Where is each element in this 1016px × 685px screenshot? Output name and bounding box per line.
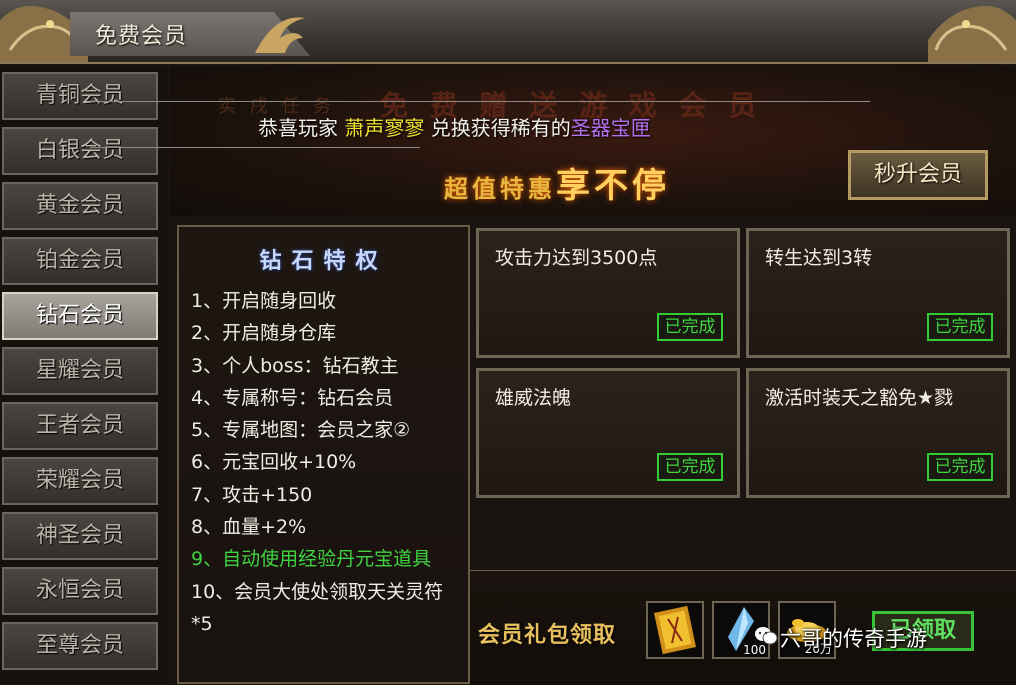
slogan-big: 享不停 (556, 166, 670, 206)
sidebar-item-gold[interactable]: 黄金会员 (2, 182, 158, 230)
privilege-item: 1、开启随身回收 (191, 290, 337, 312)
membership-sidebar: 青铜会员 白银会员 黄金会员 铂金会员 钻石会员 星耀会员 王者会员 荣耀会员 … (0, 66, 168, 684)
announce-prefix: 恭喜玩家 (258, 116, 338, 140)
sidebar-item-eternal[interactable]: 永恒会员 (2, 567, 158, 615)
page-title: 免费会员 (95, 24, 188, 49)
item-name: 圣器宝匣 (570, 116, 651, 140)
privileges-panel: 钻石特权 1、开启随身回收 2、开启随身仓库 3、个人boss：钻石教主 4、专… (177, 225, 470, 684)
privilege-item: 2、开启随身仓库 (191, 322, 337, 345)
promo-banner: 实 戌 任 务 免 费 赠 送 游 戏 会 员 恭喜玩家 萧声寥寥 兑换获得稀有… (170, 66, 1016, 216)
sidebar-item-star[interactable]: 星耀会员 (2, 347, 158, 395)
player-name: 萧声寥寥 (344, 116, 425, 140)
sidebar-item-silver[interactable]: 白银会员 (2, 127, 158, 175)
announcement: 恭喜玩家 萧声寥寥 兑换获得稀有的圣器宝匣 (258, 112, 651, 141)
privilege-item: 3、个人boss：钻石教主 (191, 354, 399, 377)
sidebar-item-bronze[interactable]: 青铜会员 (2, 72, 158, 120)
task-card: 激活时装夭之豁免★戮 已完成 (746, 368, 1010, 498)
sidebar-item-sacred[interactable]: 神圣会员 (2, 512, 158, 560)
gift-slot[interactable] (646, 601, 704, 659)
privilege-item: 10、会员大使处领取天关灵符*5 (191, 580, 444, 635)
task-title: 雄威法魄 (495, 387, 572, 409)
privilege-item: 9、自动使用经验丹元宝道具 (191, 548, 432, 571)
slogan-small: 超值特惠 (444, 174, 556, 203)
privilege-item: 6、元宝回收+10% (191, 451, 357, 474)
task-card: 攻击力达到3500点 已完成 (476, 228, 740, 358)
dragon-ornament-icon (928, 5, 1016, 62)
privileges-title: 钻石特权 (259, 248, 388, 274)
task-title: 转生达到3转 (765, 247, 873, 269)
privilege-item: 5、专属地图：会员之家② (191, 419, 411, 442)
completed-badge: 已完成 (657, 313, 723, 341)
sidebar-item-glory[interactable]: 荣耀会员 (2, 457, 158, 505)
task-card: 雄威法魄 已完成 (476, 368, 740, 498)
watermark-text: 六哥的传奇手游 (780, 627, 927, 651)
cloud-ornament-icon (255, 17, 305, 53)
talisman-scroll-icon (654, 605, 696, 655)
task-card: 转生达到3转 已完成 (746, 228, 1010, 358)
task-title: 攻击力达到3500点 (495, 247, 658, 269)
sidebar-item-king[interactable]: 王者会员 (2, 402, 158, 450)
wechat-icon (755, 627, 778, 645)
sidebar-item-supreme[interactable]: 至尊会员 (2, 622, 158, 670)
title-bar: 免费会员 (0, 0, 1016, 64)
announce-middle: 兑换获得稀有的 (430, 116, 571, 140)
privilege-item: 8、血量+2% (191, 516, 307, 539)
divider (90, 101, 870, 102)
instant-upgrade-button[interactable]: 秒升会员 (848, 150, 988, 200)
gift-package-bar: 会员礼包领取 100 20万 已领取 六哥的传奇手游 (470, 570, 1016, 685)
divider (90, 147, 420, 148)
privileges-list: 1、开启随身回收 2、开启随身仓库 3、个人boss：钻石教主 4、专属称号：钻… (191, 285, 461, 640)
completed-badge: 已完成 (927, 453, 993, 481)
promo-slogan: 超值特惠享不停 (444, 158, 670, 207)
gift-label: 会员礼包领取 (478, 623, 617, 648)
privilege-item: 4、专属称号：钻石会员 (191, 386, 394, 409)
privilege-item: 7、攻击+150 (191, 483, 313, 506)
completed-badge: 已完成 (927, 313, 993, 341)
sidebar-item-diamond[interactable]: 钻石会员 (2, 292, 158, 340)
task-title: 激活时装夭之豁免★戮 (765, 387, 954, 409)
sidebar-item-platinum[interactable]: 铂金会员 (2, 237, 158, 285)
completed-badge: 已完成 (657, 453, 723, 481)
